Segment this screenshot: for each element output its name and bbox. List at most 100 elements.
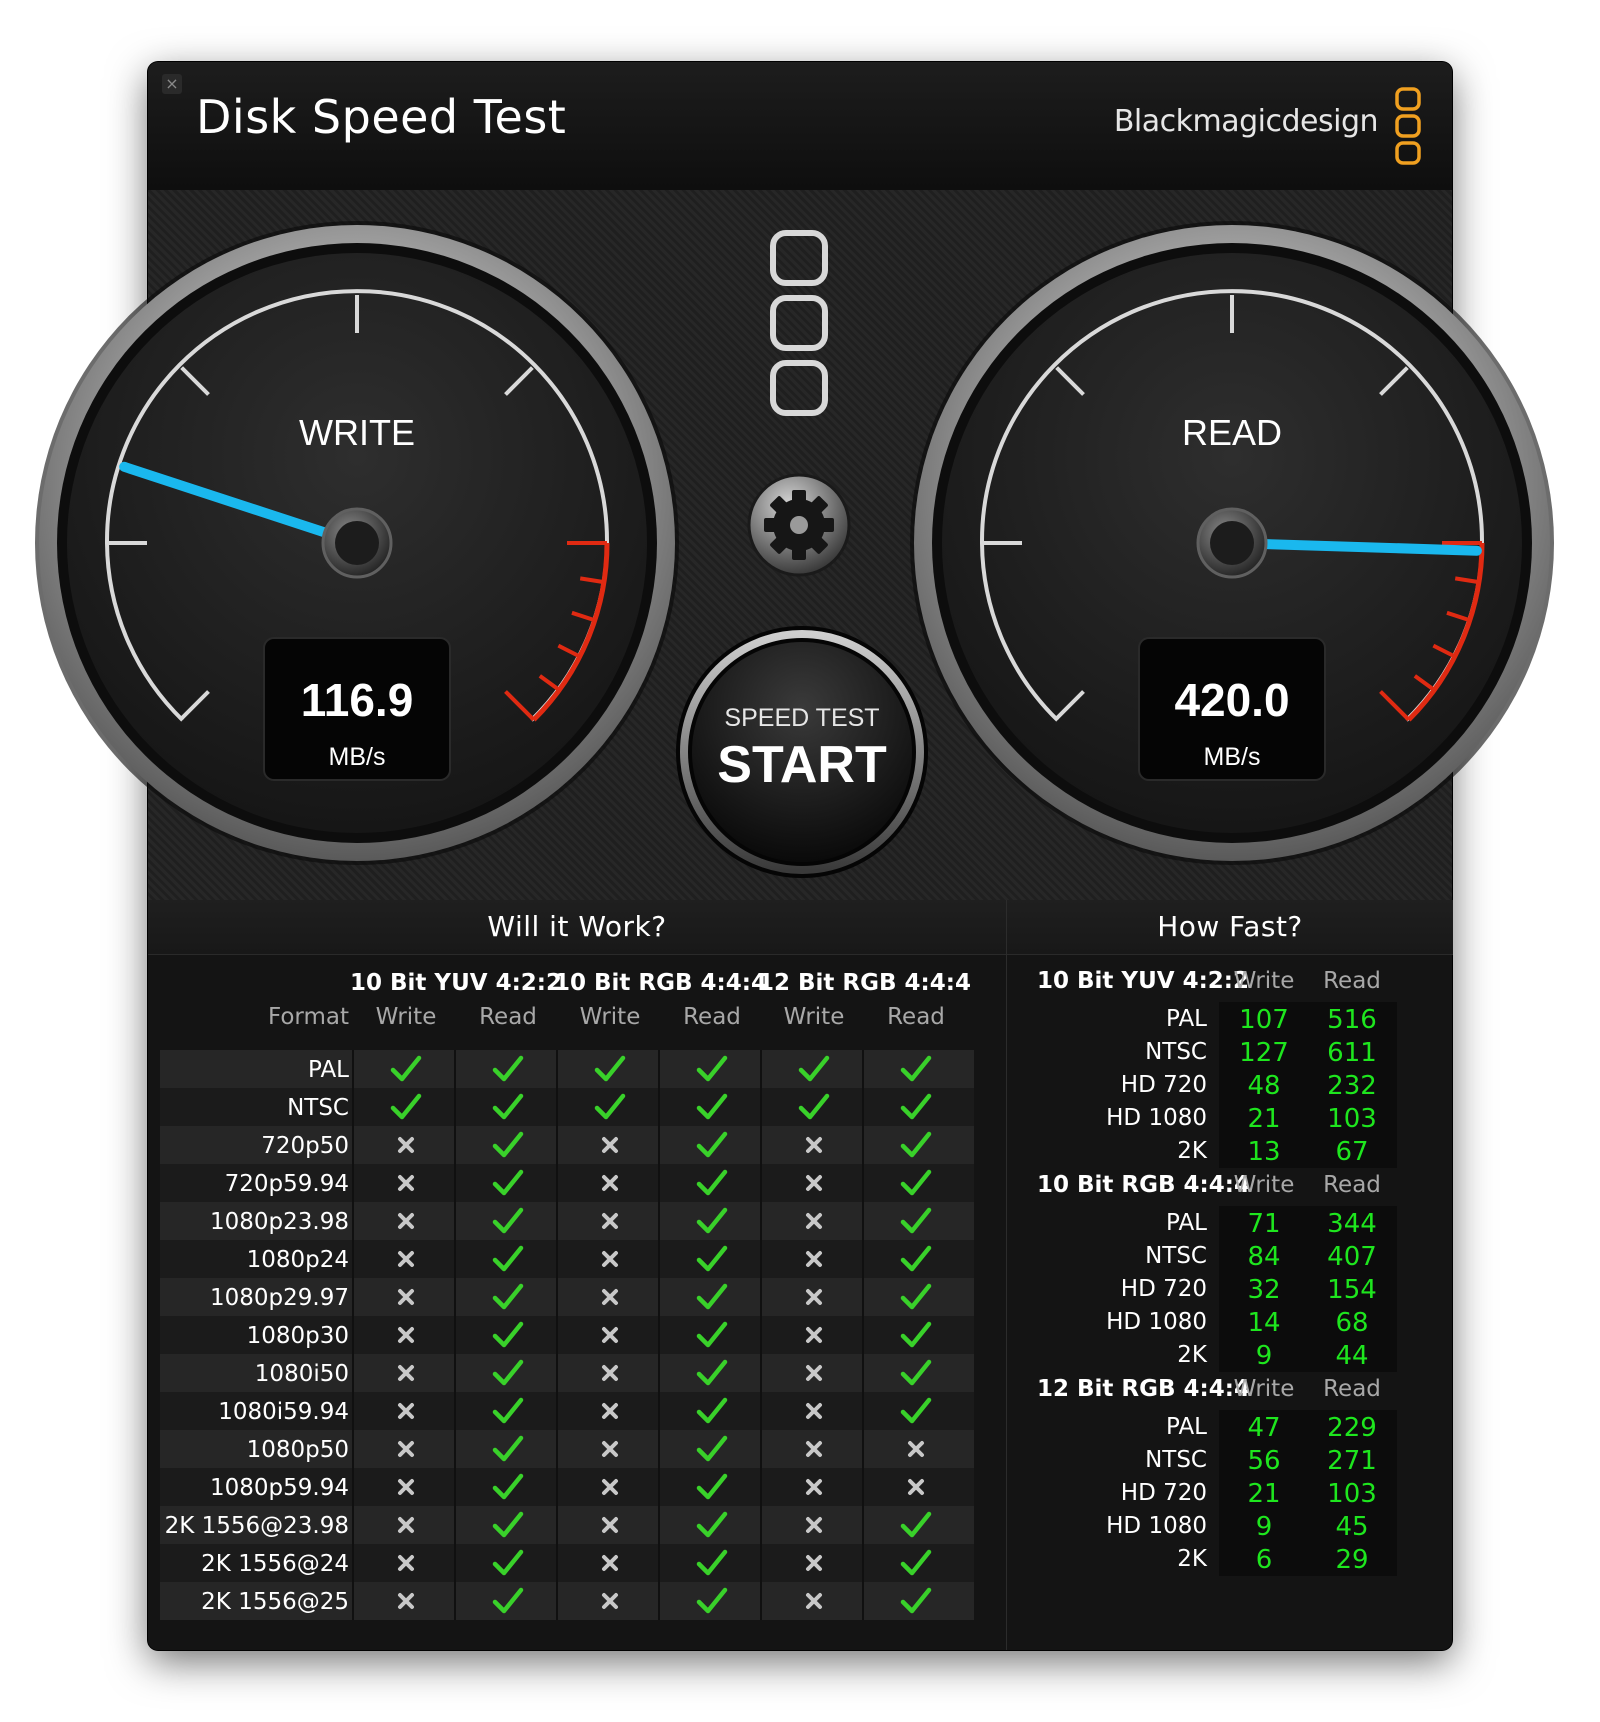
result-fail — [764, 1354, 864, 1392]
format-column-header: Format — [267, 1004, 349, 1030]
result-fail — [356, 1506, 456, 1544]
cross-icon — [602, 1441, 618, 1457]
column-divider — [760, 1202, 762, 1240]
column-divider — [352, 1050, 354, 1088]
column-divider — [658, 1544, 660, 1582]
result-fail — [356, 1240, 456, 1278]
column-divider — [658, 1430, 660, 1468]
cross-icon — [398, 1213, 414, 1229]
gear-icon — [764, 490, 834, 560]
table-row: 1080p50 — [160, 1430, 974, 1468]
result-pass — [662, 1240, 762, 1278]
result-fail — [356, 1430, 456, 1468]
column-divider — [454, 1202, 456, 1240]
column-header-write: Write — [783, 1004, 845, 1030]
result-pass — [662, 1506, 762, 1544]
app-window: × Disk Speed Test Blackmagicdesign WRITE… — [35, 62, 1554, 1650]
cross-icon — [398, 1403, 414, 1419]
column-header-write: Write — [579, 1004, 641, 1030]
cross-icon — [806, 1365, 822, 1381]
column-divider — [658, 1392, 660, 1430]
how-fast-write-value: 21 — [1219, 1476, 1309, 1510]
how-fast-row-label: PAL — [1166, 1006, 1207, 1032]
column-divider — [862, 1164, 864, 1202]
how-fast-read-value: 344 — [1307, 1206, 1397, 1240]
check-icon — [492, 1359, 524, 1386]
cross-icon — [806, 1137, 822, 1153]
column-divider — [556, 1544, 558, 1582]
how-fast-row-label: NTSC — [1145, 1243, 1207, 1269]
how-fast-column-header: Write — [1233, 968, 1295, 994]
format-name: 1080p24 — [246, 1247, 349, 1273]
result-pass — [866, 1088, 966, 1126]
check-icon — [900, 1587, 932, 1614]
result-fail — [560, 1202, 660, 1240]
result-fail — [560, 1544, 660, 1582]
result-pass — [458, 1164, 558, 1202]
cross-icon — [806, 1251, 822, 1267]
cross-icon — [602, 1555, 618, 1571]
cross-icon — [398, 1251, 414, 1267]
check-icon — [900, 1055, 932, 1082]
format-name: 1080p29.97 — [210, 1285, 349, 1311]
read-gauge-label: READ — [1182, 412, 1282, 453]
write-gauge: WRITE 116.9 MB/s — [35, 221, 679, 865]
check-icon — [696, 1549, 728, 1576]
column-divider — [862, 1506, 864, 1544]
column-divider — [556, 1202, 558, 1240]
format-name: 2K 1556@23.98 — [164, 1513, 349, 1539]
cross-icon — [806, 1479, 822, 1495]
result-fail — [866, 1430, 966, 1468]
column-divider — [760, 1392, 762, 1430]
check-icon — [492, 1093, 524, 1120]
column-divider — [352, 1088, 354, 1126]
column-divider — [658, 1240, 660, 1278]
column-divider — [556, 1582, 558, 1620]
column-divider — [862, 1392, 864, 1430]
group-header: 10 Bit RGB 4:4:4 — [554, 970, 767, 996]
column-divider — [658, 1202, 660, 1240]
how-fast-row-label: HD 720 — [1120, 1072, 1207, 1098]
result-fail — [560, 1278, 660, 1316]
check-icon — [696, 1397, 728, 1424]
result-pass — [866, 1544, 966, 1582]
result-fail — [356, 1126, 456, 1164]
gauge-panel: WRITE 116.9 MB/s READ 420.0 MB/s SPEED T… — [35, 190, 1554, 901]
check-icon — [900, 1169, 932, 1196]
result-fail — [764, 1430, 864, 1468]
table-row: PAL — [160, 1050, 974, 1088]
result-pass — [866, 1582, 966, 1620]
column-divider — [454, 1240, 456, 1278]
column-divider — [862, 1240, 864, 1278]
how-fast-row-label: 2K — [1177, 1546, 1207, 1572]
format-name: 1080i50 — [254, 1361, 349, 1387]
settings-button[interactable] — [747, 473, 851, 577]
column-header-read: Read — [683, 1004, 741, 1030]
result-pass — [356, 1088, 456, 1126]
table-row: 1080p59.94 — [160, 1468, 974, 1506]
column-divider — [454, 1430, 456, 1468]
column-header-read: Read — [887, 1004, 945, 1030]
how-fast-row-label: HD 720 — [1120, 1480, 1207, 1506]
format-name: 720p50 — [261, 1133, 349, 1159]
check-icon — [696, 1587, 728, 1614]
check-icon — [798, 1093, 830, 1120]
result-pass — [458, 1202, 558, 1240]
how-fast-group-title: 10 Bit YUV 4:2:2 — [1037, 968, 1249, 994]
column-divider — [556, 1278, 558, 1316]
result-fail — [866, 1468, 966, 1506]
cross-icon — [602, 1289, 618, 1305]
how-fast-column-header: Read — [1323, 1376, 1381, 1402]
column-divider — [352, 1544, 354, 1582]
column-divider — [862, 1278, 864, 1316]
how-fast-read-value: 103 — [1307, 1476, 1397, 1510]
cross-icon — [398, 1555, 414, 1571]
column-divider — [760, 1354, 762, 1392]
column-divider — [760, 1050, 762, 1088]
check-icon — [492, 1435, 524, 1462]
check-icon — [492, 1321, 524, 1348]
table-row: 2K 1556@24 — [160, 1544, 974, 1582]
column-divider — [760, 1126, 762, 1164]
start-button[interactable]: SPEED TEST START — [676, 626, 928, 878]
table-row: 1080p30 — [160, 1316, 974, 1354]
